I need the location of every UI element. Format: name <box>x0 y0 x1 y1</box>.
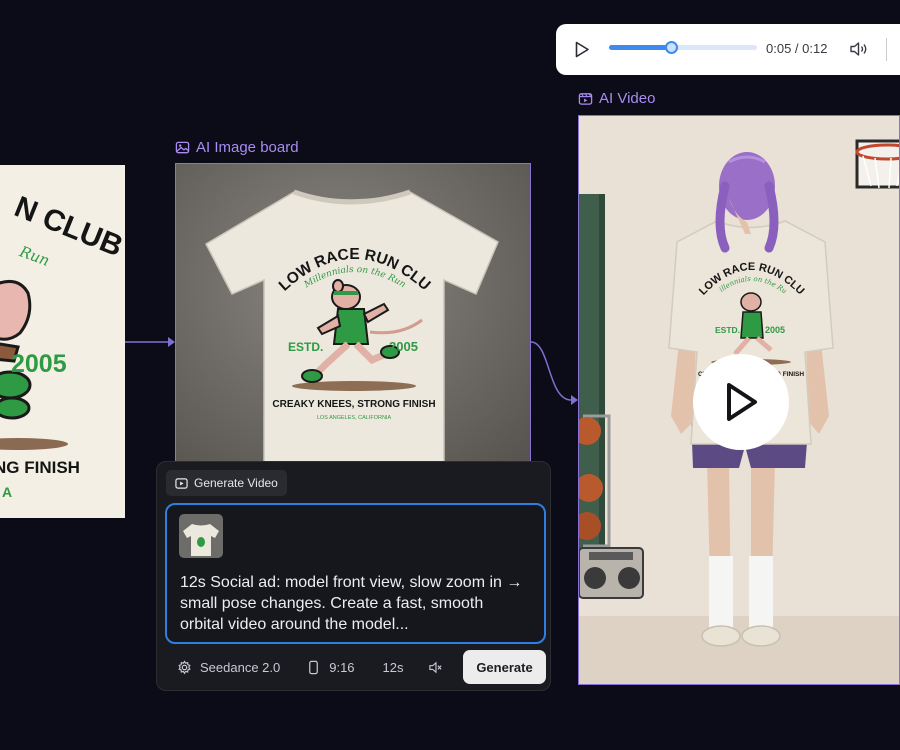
design-artwork-card: N CLUB Run 2005 NG FINISH A <box>0 165 125 518</box>
tshirt-mockup: SLOW RACE RUN CLUB Millennials on the Ru… <box>176 164 499 462</box>
generate-video-chip[interactable]: Generate Video <box>166 470 287 496</box>
play-icon[interactable] <box>574 41 590 58</box>
prompt-input[interactable]: 12s Social ad: model front view, slow zo… <box>165 503 546 644</box>
aspect-ratio-label: 9:16 <box>329 659 355 675</box>
prompt-text[interactable]: 12s Social ad: model front view, slow zo… <box>180 572 525 635</box>
video-icon <box>175 477 188 489</box>
image-board-label-text: AI Image board <box>196 139 299 156</box>
image-board-label: AI Image board <box>175 139 299 156</box>
generate-video-chip-label: Generate Video <box>194 476 278 490</box>
image-board[interactable]: SLOW RACE RUN CLUB Millennials on the Ru… <box>175 163 531 463</box>
mute-icon <box>428 661 442 673</box>
video-shirt-year: 2005 <box>765 325 785 335</box>
audio-toggle[interactable] <box>428 650 443 684</box>
video-play-button[interactable] <box>693 354 789 450</box>
duration-label: 12s <box>382 659 404 675</box>
ai-video-label-text: AI Video <box>599 90 656 107</box>
design-year-text: 2005 <box>11 350 67 378</box>
volume-icon[interactable] <box>849 40 869 58</box>
model-selector[interactable]: Seedance 2.0 <box>177 650 280 684</box>
duration-selector[interactable]: 12s <box>383 650 404 684</box>
shirt-slogan: CREAKY KNEES, STRONG FINISH <box>272 399 435 410</box>
generate-button[interactable]: Generate <box>463 650 546 684</box>
design-script-text: Run <box>16 242 52 270</box>
video-icon <box>578 93 593 105</box>
playback-time: 0:05 / 0:12 <box>766 41 828 56</box>
reference-image-thumbnail[interactable] <box>179 514 223 558</box>
aspect-ratio-selector[interactable]: 9:16 <box>306 650 355 684</box>
shirt-location: LOS ANGELES, CALIFORNIA <box>317 415 392 421</box>
design-slogan-text: NG FINISH <box>0 458 80 477</box>
play-icon <box>727 383 757 421</box>
progress-handle[interactable] <box>665 41 679 55</box>
player-divider <box>886 38 887 61</box>
generate-video-panel: Generate Video 12s Social ad: model fron… <box>156 461 551 691</box>
phone-icon <box>309 660 319 674</box>
image-icon <box>175 141 190 154</box>
shirt-estd: ESTD. <box>288 340 323 354</box>
model-label: Seedance 2.0 <box>200 659 281 675</box>
progress-track[interactable] <box>609 41 757 55</box>
design-artwork: N CLUB Run 2005 NG FINISH A <box>0 190 125 500</box>
settings-icon <box>178 659 191 674</box>
generate-toolbar: Seedance 2.0 9:16 12s Generate <box>165 650 546 684</box>
ai-video-preview[interactable]: SLOW RACE RUN CLUB Millennials on the Ru… <box>578 115 900 685</box>
video-shirt-estd: ESTD. <box>715 325 740 335</box>
shirt-year: 2005 <box>389 339 418 354</box>
ai-video-label: AI Video <box>578 90 655 107</box>
progress-fill <box>609 45 672 51</box>
media-player: 0:05 / 0:12 <box>556 24 900 75</box>
design-location-text: A <box>2 484 12 500</box>
